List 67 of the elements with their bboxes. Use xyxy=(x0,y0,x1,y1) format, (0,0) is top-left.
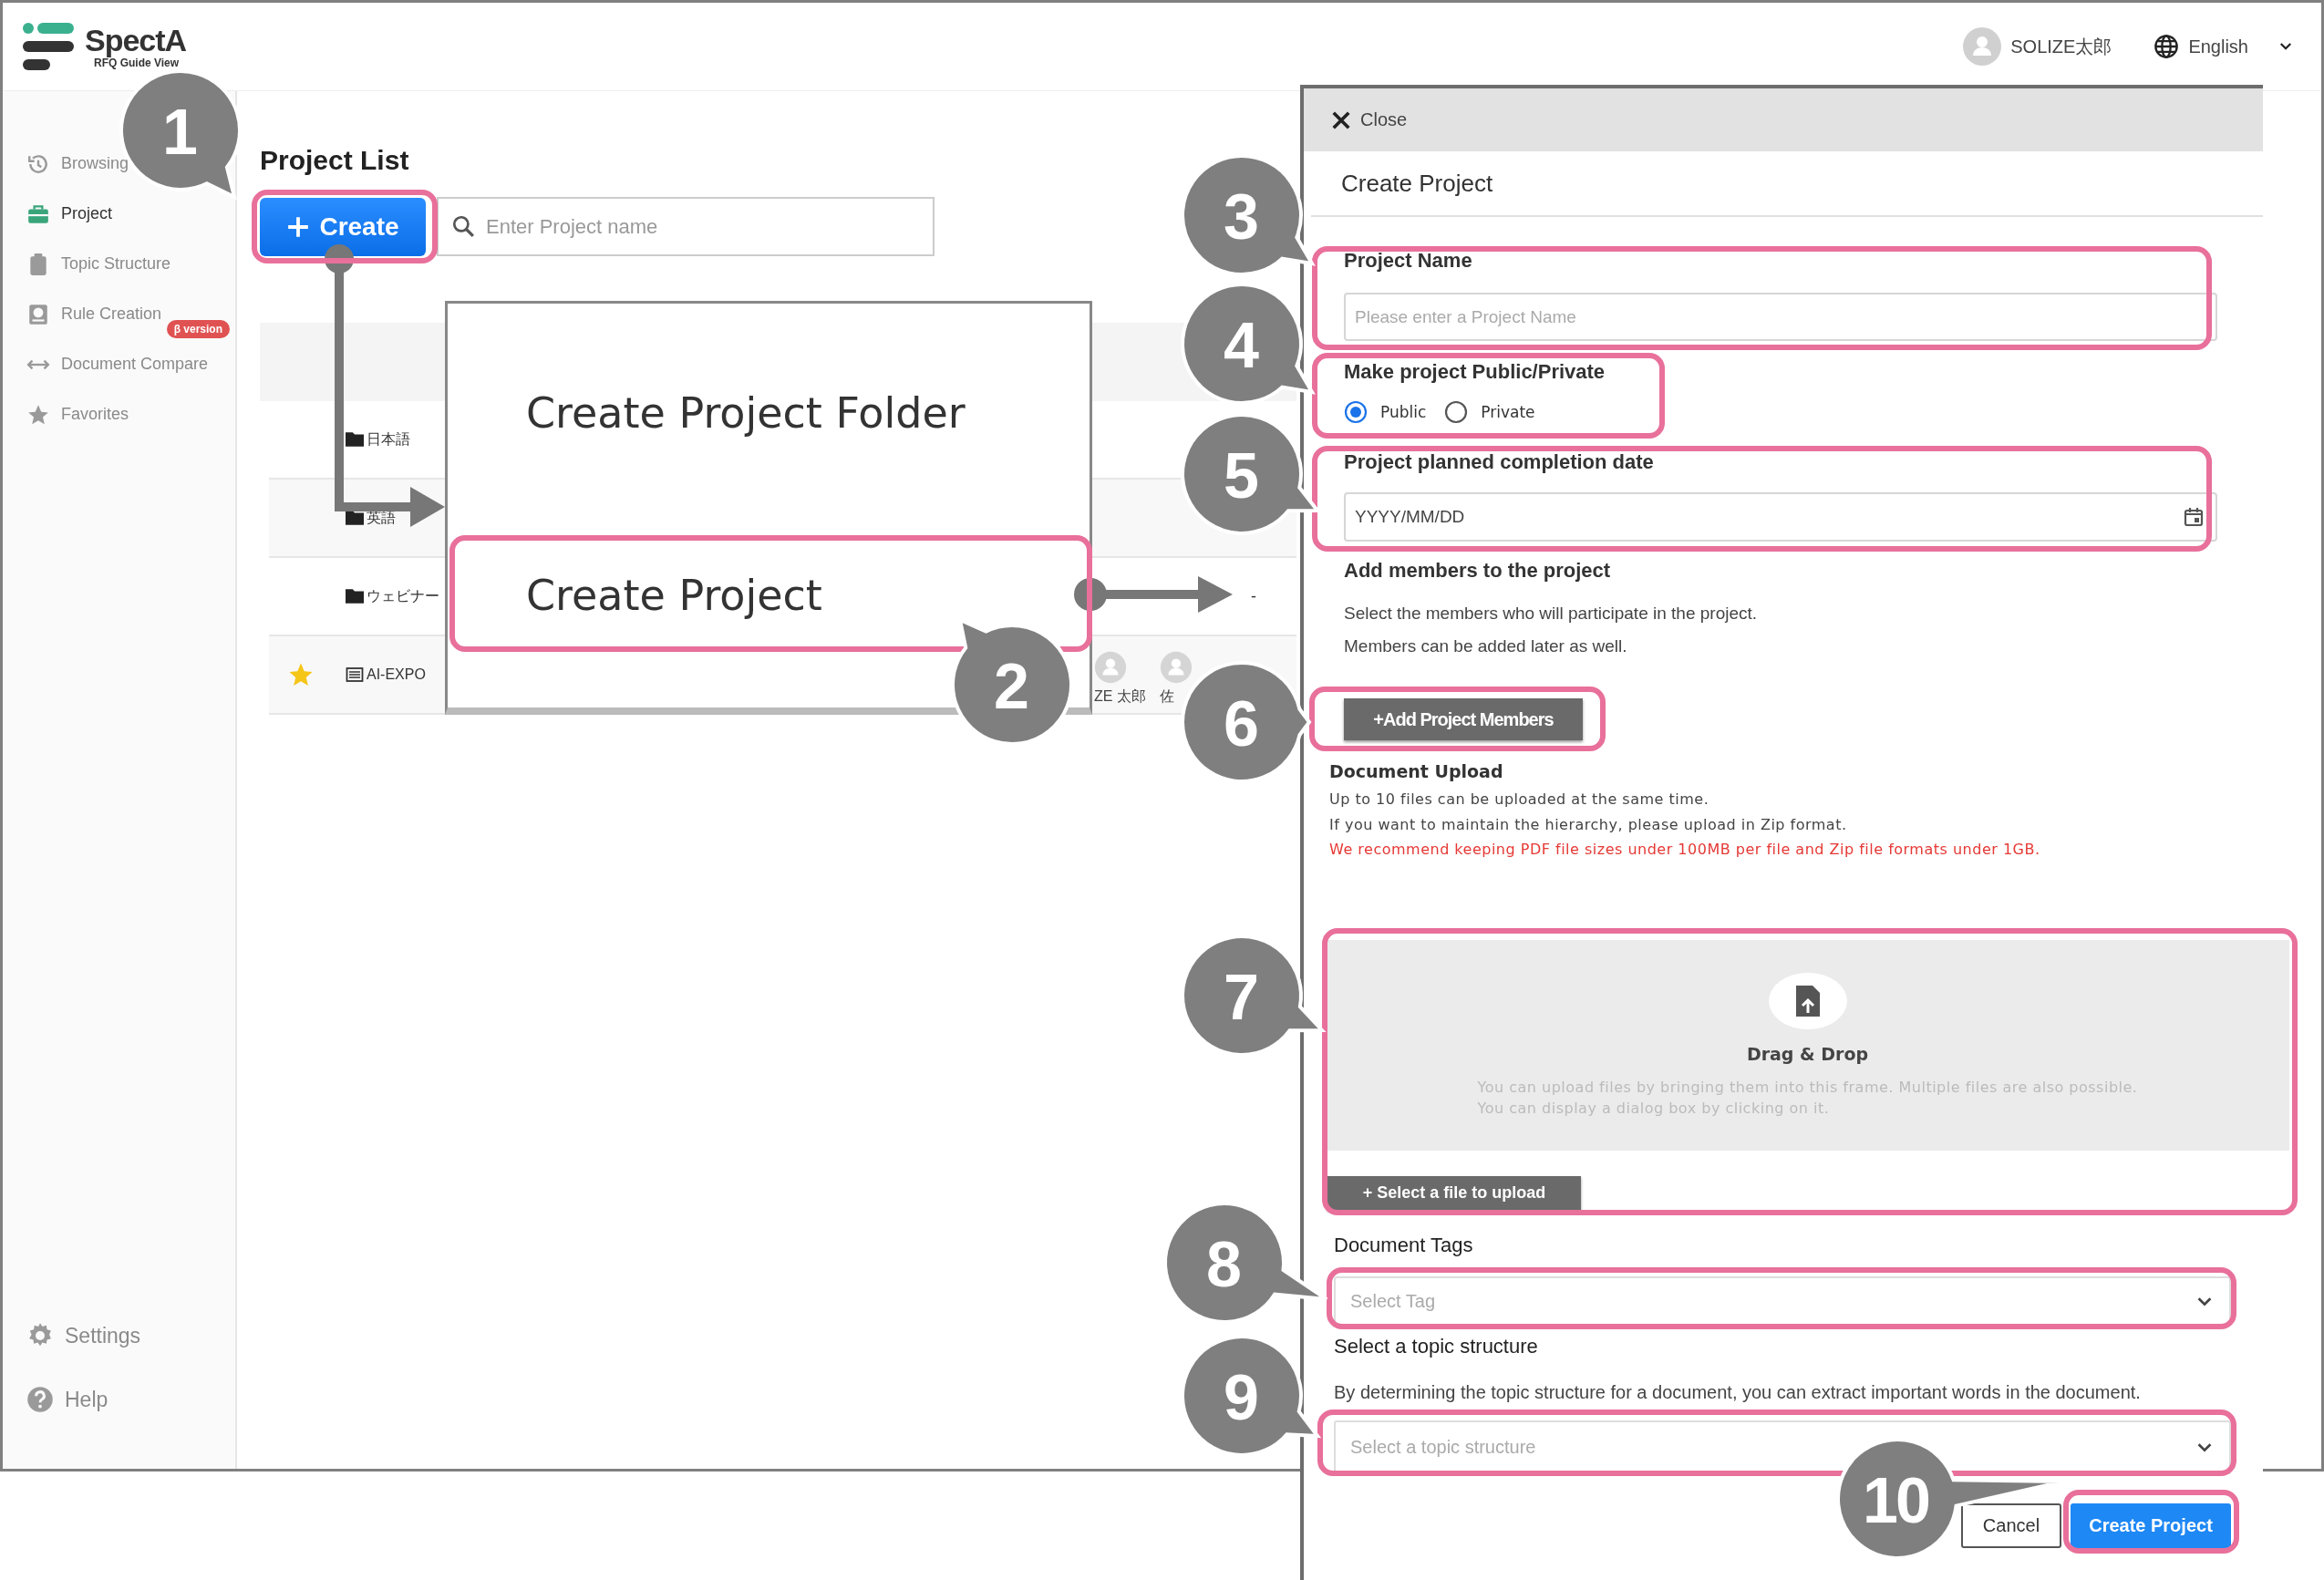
close-label[interactable]: Close xyxy=(1360,109,1408,130)
book-icon xyxy=(26,302,50,326)
cancel-button[interactable]: Cancel xyxy=(1961,1503,2061,1548)
beta-badge: β version xyxy=(166,320,230,338)
select-file-button[interactable]: + Select a file to upload xyxy=(1327,1175,1581,1210)
section-label: Document Upload xyxy=(1329,760,1504,783)
close-icon[interactable] xyxy=(1331,109,1351,130)
radio-label[interactable]: Public xyxy=(1380,403,1427,421)
search-field[interactable]: Enter Project name xyxy=(437,197,935,256)
radio-label[interactable]: Private xyxy=(1481,403,1535,421)
create-button[interactable]: Create xyxy=(260,197,426,256)
panel-title: Create Project xyxy=(1311,151,2263,217)
help-icon xyxy=(26,1386,54,1413)
radio-button[interactable] xyxy=(1444,400,1469,424)
help-text: By determining the topic structure for a document, you can extract important words in the document. xyxy=(1334,1380,2141,1404)
field-label: Select a topic structure xyxy=(1334,1333,1539,1359)
globe-icon[interactable] xyxy=(2154,34,2180,59)
field-label: Project Name xyxy=(1344,248,1473,274)
create-project-button[interactable]: Create Project xyxy=(2071,1503,2231,1548)
help-text: If you want to maintain the hierarchy, please upload in Zip format. xyxy=(1329,814,1848,835)
warning-text: We recommend keeping PDF file sizes under 100MB per file and Zip file formats under 1GB. xyxy=(1329,840,2041,860)
table-cell-text: - xyxy=(1250,586,1257,606)
date-field[interactable]: YYYY/MM/DD xyxy=(1344,492,2217,542)
field-label: Make project Public/Private xyxy=(1344,359,1606,385)
project-name[interactable]: AI-EXPO xyxy=(367,667,426,682)
help-text: Members can be added later as well. xyxy=(1344,635,1628,657)
folder-icon xyxy=(346,589,364,604)
step-number: 5 xyxy=(1224,444,1256,508)
user-name[interactable]: SOLIZE太郎 xyxy=(2010,34,2112,59)
page-title: Project List xyxy=(260,144,410,177)
project-name-field[interactable]: Please enter a Project Name xyxy=(1344,293,2217,341)
sidebar-item[interactable]: Project xyxy=(3,189,113,239)
search-icon xyxy=(451,214,475,238)
field-label: Project planned completion date xyxy=(1344,449,1655,475)
step-number: 3 xyxy=(1224,185,1256,249)
step-number: 6 xyxy=(1224,692,1256,756)
file-upload-icon xyxy=(1768,972,1847,1029)
project-name[interactable]: 日本語 xyxy=(367,432,410,447)
plus-icon xyxy=(286,214,311,239)
add-members-button[interactable]: +Add Project Members xyxy=(1344,698,1583,740)
project-name[interactable]: 英語 xyxy=(367,511,396,525)
step-number: 8 xyxy=(1206,1233,1239,1296)
language-selector[interactable]: English xyxy=(2188,36,2248,57)
field-label: Document Tags xyxy=(1334,1232,1474,1258)
logo-name: SpectA xyxy=(85,24,187,57)
step-number: 1 xyxy=(162,100,195,164)
calendar-icon[interactable] xyxy=(2183,506,2205,528)
step-number: 7 xyxy=(1224,966,1256,1029)
help-text: Select the members who will participate in the project. xyxy=(1344,603,1759,625)
drop-title: Drag & Drop xyxy=(1746,1043,1869,1064)
radio-button[interactable] xyxy=(1344,400,1368,424)
logo-subtitle: RFQ Guide View xyxy=(94,57,180,69)
field-label: Add members to the project xyxy=(1344,558,1612,583)
folder-icon xyxy=(346,432,364,447)
member-name: 佐 xyxy=(1160,687,1174,706)
menu-item[interactable]: Create Project Folder xyxy=(448,304,1090,522)
user-avatar-icon xyxy=(1094,650,1127,684)
step-number: 4 xyxy=(1224,314,1256,377)
user-avatar-icon xyxy=(1160,650,1193,684)
member-name: ZE 太郎 xyxy=(1094,687,1146,706)
step-number: 9 xyxy=(1224,1366,1256,1430)
logo-icon xyxy=(21,21,76,72)
help-text: Up to 10 files can be uploaded at the same time. xyxy=(1329,790,1710,810)
close-bar[interactable]: Close xyxy=(1304,88,2263,151)
step-number: 2 xyxy=(994,655,1027,718)
list-icon xyxy=(346,666,364,683)
project-name[interactable]: ウェビナー xyxy=(367,589,439,604)
